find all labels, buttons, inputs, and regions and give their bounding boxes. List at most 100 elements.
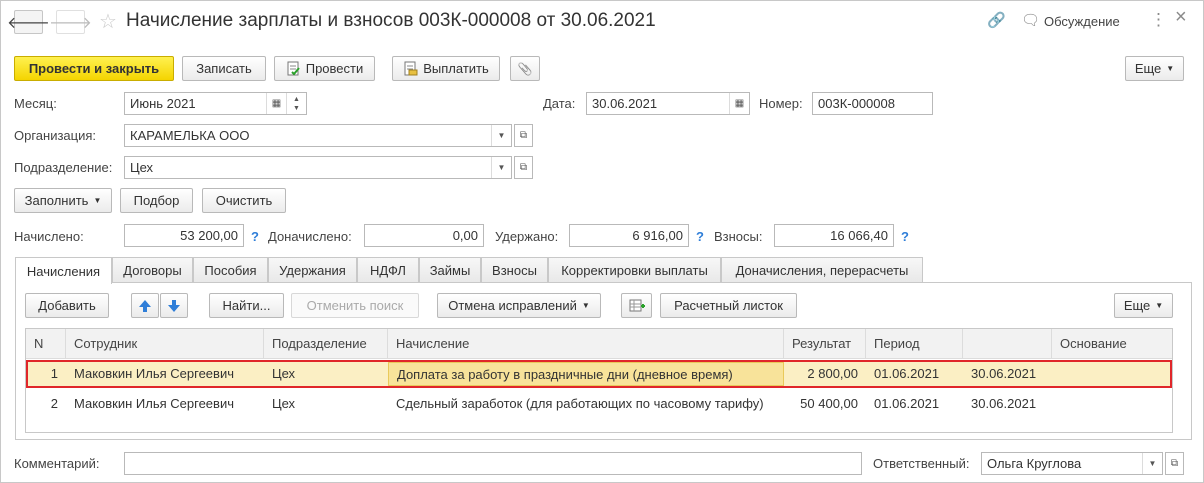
move-down-button[interactable] <box>160 293 188 318</box>
tab-ndfl[interactable]: НДФЛ <box>357 257 419 283</box>
table-more-chevron-icon: ▼ <box>1155 301 1164 310</box>
month-field[interactable]: Июнь 2021 ▦ ▲ ▼ <box>124 92 307 115</box>
cancel-corrections-button[interactable]: Отмена исправлений ▼ <box>437 293 601 318</box>
tab-contracts[interactable]: Договоры <box>112 257 193 283</box>
row-result[interactable]: 50 400,00 <box>784 390 866 418</box>
extra-accrued-field: 0,00 <box>364 224 484 247</box>
col-header-accrual[interactable]: Начисление <box>388 329 784 359</box>
accrued-help-icon[interactable]: ? <box>251 229 259 244</box>
close-icon[interactable]: × <box>1175 6 1187 29</box>
tab-loans[interactable]: Займы <box>419 257 481 283</box>
link-icon[interactable]: 🔗 <box>987 11 1006 29</box>
date-calendar-icon[interactable]: ▦ <box>729 93 749 114</box>
tab-payment-corrections[interactable]: Корректировки выплаты <box>548 257 721 283</box>
responsible-field[interactable]: Ольга Круглова ▼ <box>981 452 1163 475</box>
date-field[interactable]: 30.06.2021 ▦ <box>586 92 750 115</box>
table-more-label: Еще <box>1123 298 1151 313</box>
row-employee[interactable]: Маковкин Илья Сергеевич <box>66 360 264 388</box>
row-number: 2 <box>50 396 58 411</box>
contributions-field: 16 066,40 <box>774 224 894 247</box>
calendar-icon[interactable]: ▦ <box>266 93 286 114</box>
organization-open-icon[interactable]: ⧉ <box>514 124 533 147</box>
cancel-search-button[interactable]: Отменить поиск <box>291 293 419 318</box>
col-header-department[interactable]: Подразделение <box>264 329 388 359</box>
row-result[interactable]: 2 800,00 <box>784 360 866 388</box>
col-header-period-end[interactable] <box>963 329 1052 359</box>
more-menu-icon[interactable]: ⋮ <box>1150 10 1167 30</box>
table-settings-button[interactable] <box>621 293 652 318</box>
pay-button[interactable]: Выплатить <box>392 56 500 81</box>
tab-recalculations[interactable]: Доначисления, перерасчеты <box>721 257 923 283</box>
row-basis[interactable] <box>1052 390 1172 418</box>
payslip-label: Расчетный листок <box>674 298 783 313</box>
col-header-employee[interactable]: Сотрудник <box>66 329 264 359</box>
post-button[interactable]: Провести <box>274 56 375 81</box>
col-header-result[interactable]: Результат <box>784 329 866 359</box>
clear-button[interactable]: Очистить <box>202 188 286 213</box>
paperclip-icon: 📎 <box>517 61 533 76</box>
row-period-start[interactable]: 01.06.2021 <box>866 360 963 388</box>
move-up-button[interactable] <box>131 293 159 318</box>
back-button[interactable]: 🡐 <box>7 10 50 34</box>
row-basis[interactable] <box>1052 360 1172 388</box>
row-accrual[interactable]: Сдельный заработок (для работающих по ча… <box>388 390 784 418</box>
clear-label: Очистить <box>215 193 273 208</box>
tab-deductions[interactable]: Удержания <box>268 257 357 283</box>
date-label: Дата: <box>543 96 576 111</box>
post-document-icon <box>287 61 300 76</box>
page-title: Начисление зарплаты и взносов 003К-00000… <box>126 10 656 31</box>
contributions-help-icon[interactable]: ? <box>901 229 909 244</box>
table-row[interactable]: 1 Маковкин Илья Сергеевич Цех Доплата за… <box>26 360 1172 388</box>
col-header-basis[interactable]: Основание <box>1052 329 1172 359</box>
fill-chevron-down-icon: ▼ <box>93 196 102 205</box>
row-accrual[interactable]: Доплата за работу в праздничные дни (дне… <box>388 362 784 386</box>
cancel-corrections-chevron-icon: ▼ <box>581 301 590 310</box>
organization-dropdown-icon[interactable]: ▼ <box>491 125 511 146</box>
department-dropdown-icon[interactable]: ▼ <box>491 157 511 178</box>
discussion-icon[interactable]: 🗨 <box>1021 11 1040 29</box>
tab-contributions[interactable]: Взносы <box>481 257 548 283</box>
comment-field[interactable] <box>124 452 862 475</box>
row-period-end[interactable]: 30.06.2021 <box>963 360 1052 388</box>
forward-button[interactable]: 🡒 <box>49 10 92 34</box>
department-field[interactable]: Цех ▼ <box>124 156 512 179</box>
month-spin-button[interactable]: ▲ ▼ <box>286 93 306 114</box>
favorite-star-icon[interactable]: ☆ <box>99 9 117 34</box>
fill-button[interactable]: Заполнить ▼ <box>14 188 112 213</box>
withheld-help-icon[interactable]: ? <box>696 229 704 244</box>
add-row-button[interactable]: Добавить <box>25 293 109 318</box>
responsible-dropdown-icon[interactable]: ▼ <box>1142 453 1162 474</box>
payslip-button[interactable]: Расчетный листок <box>660 293 797 318</box>
row-department[interactable]: Цех <box>264 360 388 388</box>
col-header-period[interactable]: Период <box>866 329 963 359</box>
add-row-label: Добавить <box>38 298 96 313</box>
discussion-link[interactable]: Обсуждение <box>1044 14 1120 29</box>
row-employee[interactable]: Маковкин Илья Сергеевич <box>66 390 264 418</box>
number-value: 003К-000008 <box>818 96 895 111</box>
more-button[interactable]: Еще ▼ <box>1125 56 1184 81</box>
tab-benefits[interactable]: Пособия <box>193 257 268 283</box>
find-label: Найти... <box>222 298 271 313</box>
post-and-close-button[interactable]: Провести и закрыть <box>14 56 174 81</box>
find-button[interactable]: Найти... <box>209 293 284 318</box>
tab-accruals[interactable]: Начисления <box>15 257 112 284</box>
table-more-button[interactable]: Еще ▼ <box>1114 293 1173 318</box>
pick-button[interactable]: Подбор <box>120 188 193 213</box>
cancel-search-label: Отменить поиск <box>306 298 404 313</box>
save-button[interactable]: Записать <box>182 56 266 81</box>
accruals-table: N Сотрудник Подразделение Начисление Рез… <box>25 328 1173 433</box>
col-header-number[interactable]: N <box>26 329 66 359</box>
row-department[interactable]: Цех <box>264 390 388 418</box>
department-open-icon[interactable]: ⧉ <box>514 156 533 179</box>
table-row[interactable]: 2 Маковкин Илья Сергеевич Цех Сдельный з… <box>26 390 1172 418</box>
month-label: Месяц: <box>14 96 57 111</box>
responsible-label: Ответственный: <box>873 456 970 471</box>
row-period-start[interactable]: 01.06.2021 <box>866 390 963 418</box>
responsible-open-icon[interactable]: ⧉ <box>1165 452 1184 475</box>
accrued-field: 53 200,00 <box>124 224 244 247</box>
withheld-value: 6 916,00 <box>632 228 683 243</box>
row-period-end[interactable]: 30.06.2021 <box>963 390 1052 418</box>
organization-field[interactable]: КАРАМЕЛЬКА ООО ▼ <box>124 124 512 147</box>
number-field[interactable]: 003К-000008 <box>812 92 933 115</box>
attach-button[interactable]: 📎 <box>510 56 540 81</box>
